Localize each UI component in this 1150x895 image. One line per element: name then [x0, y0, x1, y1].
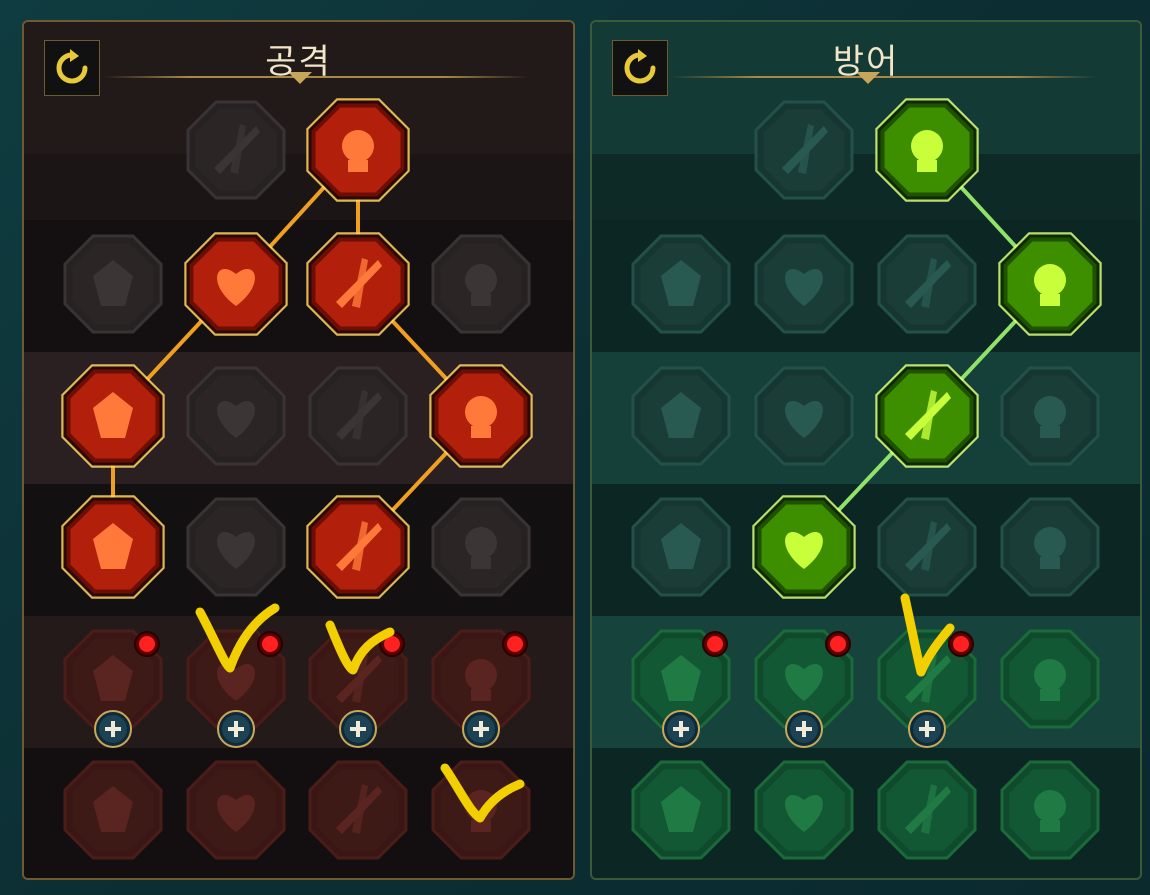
attack-talent-panel: 공격 — [22, 20, 575, 880]
attack-title: 공격 — [265, 42, 332, 82]
defense-title: 방어 — [832, 42, 900, 82]
defense-talent-panel: 방어 — [590, 20, 1142, 880]
